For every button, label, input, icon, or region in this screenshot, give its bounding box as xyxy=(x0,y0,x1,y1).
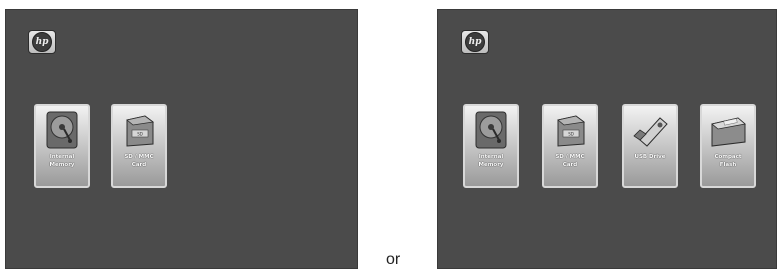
tile-label: SD / MMC Card xyxy=(124,154,154,168)
sd-mmc-card-button[interactable]: SD SD / MMC Card xyxy=(111,104,167,188)
hp-logo-text: hp xyxy=(32,32,52,52)
hp-logo-text: hp xyxy=(465,32,485,52)
internal-memory-button[interactable]: Internal Memory xyxy=(34,104,90,188)
hard-drive-icon xyxy=(475,111,507,149)
hp-logo-icon: hp xyxy=(28,30,56,54)
compact-flash-button[interactable]: Compact Flash xyxy=(700,104,756,188)
hp-logo-icon: hp xyxy=(461,30,489,54)
tile-label: SD / MMC Card xyxy=(555,154,585,168)
page: hp Internal Memory SD SD / MMC Card or h… xyxy=(0,0,781,270)
hard-drive-icon xyxy=(46,111,78,149)
internal-memory-button[interactable]: Internal Memory xyxy=(463,104,519,188)
sd-card-icon: SD xyxy=(557,115,586,147)
tile-label: USB Drive xyxy=(634,154,666,160)
sd-card-icon: SD xyxy=(126,115,155,147)
tile-label: Compact Flash xyxy=(714,154,742,168)
usb-drive-icon xyxy=(633,117,668,147)
usb-drive-button[interactable]: USB Drive xyxy=(622,104,678,188)
sd-mmc-card-button[interactable]: SD SD / MMC Card xyxy=(542,104,598,188)
or-separator-text: or xyxy=(386,251,401,268)
svg-text:SD: SD xyxy=(137,132,143,137)
left-screen: hp Internal Memory SD SD / MMC Card xyxy=(5,9,358,269)
compact-flash-icon xyxy=(711,117,746,147)
tile-label: Internal Memory xyxy=(478,154,504,168)
tile-label: Internal Memory xyxy=(49,154,75,168)
right-screen: hp Internal Memory SD SD / MMC Card USB … xyxy=(437,9,777,269)
svg-text:SD: SD xyxy=(568,132,574,137)
